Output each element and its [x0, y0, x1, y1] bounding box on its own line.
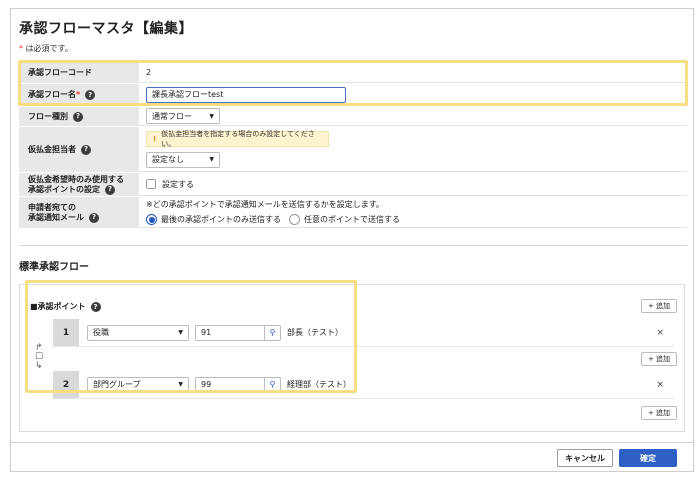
flow-type-select[interactable]: 通常フロー ▼ — [146, 108, 220, 124]
advance-manager-warning: ! 仮払金担当者を指定する場合のみ設定してください。 — [146, 129, 329, 148]
row-flow-name: 承認フロー名 * ? — [19, 84, 687, 107]
row-notification: 申請者宛ての 承認通知メール ? ※どの承認ポイントで承認通知メールを送信するか… — [19, 197, 687, 229]
approval-point-heading: ■承認ポイント ? — [30, 301, 101, 312]
step-number: 1 — [53, 319, 79, 346]
notification-cell: ※どの承認ポイントで承認通知メールを送信するかを設定します。 最後の承認ポイント… — [139, 197, 687, 228]
warning-text: 仮払金担当者を指定する場合のみ設定してください。 — [161, 129, 315, 148]
flow-code-value: 2 — [139, 62, 687, 83]
cancel-button[interactable]: キャンセル — [557, 449, 613, 467]
advance-point-label-line2: 承認ポイントの設定 — [28, 184, 100, 194]
section-divider — [19, 245, 687, 246]
radio-last-point-label: 最後の承認ポイントのみ送信する — [161, 215, 281, 224]
close-icon[interactable]: × — [656, 380, 664, 390]
add-step-button[interactable]: + 追加 — [641, 352, 677, 366]
confirm-button[interactable]: 確定 — [619, 449, 677, 467]
step-code-input[interactable]: 91 — [195, 324, 265, 341]
help-icon[interactable]: ? — [90, 301, 101, 312]
flow-name-cell — [139, 84, 687, 106]
step-number: 2 — [53, 371, 79, 398]
step-approver-name: 経理部（テスト） — [287, 380, 351, 389]
flow-type-label: フロー種別 — [28, 111, 68, 121]
reorder-connector-icon[interactable]: ↱ ☐ ↳ — [35, 344, 47, 371]
standard-flow-panel: ■承認ポイント ? + 追加 1 役職 ▼ 91 ⚲ 部長（テスト） × ↱ ☐ ↳… — [19, 284, 685, 432]
step-type-selected: 部門グループ — [93, 380, 141, 389]
required-note: * は必須です。 — [19, 43, 73, 54]
help-icon[interactable]: ? — [85, 90, 96, 100]
row-advance-point: 仮払金希望時のみ使用する 承認ポイントの設定 ? 設定する — [19, 173, 687, 197]
step-type-selected: 役職 — [93, 328, 109, 337]
row-flow-type: フロー種別 ? 通常フロー ▼ — [19, 107, 687, 127]
flow-name-label: 承認フロー名 — [28, 90, 76, 99]
approval-point-label: ■承認ポイント — [30, 302, 86, 311]
advance-manager-cell: ! 仮払金担当者を指定する場合のみ設定してください。 設定なし ▼ — [139, 127, 687, 172]
flow-name-input[interactable] — [146, 86, 346, 103]
required-star-icon: * — [76, 90, 81, 99]
row-advance-manager: 仮払金担当者 ? ! 仮払金担当者を指定する場合のみ設定してください。 設定なし… — [19, 127, 687, 173]
page-title: 承認フローマスタ【編集】 — [19, 21, 193, 37]
advance-manager-label: 仮払金担当者 — [28, 144, 76, 154]
chevron-down-icon: ▼ — [209, 112, 214, 120]
help-icon[interactable]: ? — [73, 111, 83, 122]
close-icon[interactable]: × — [656, 328, 664, 338]
flow-form: 承認フローコード 2 承認フロー名 * ? フロー種別 ? 通常フロー ▼ — [19, 62, 687, 229]
search-icon[interactable]: ⚲ — [265, 324, 281, 341]
advance-manager-label-cell: 仮払金担当者 ? — [19, 127, 139, 172]
help-icon[interactable]: ? — [81, 144, 91, 155]
flow-type-cell: 通常フロー ▼ — [139, 107, 687, 126]
notification-label-line2: 承認通知メール — [28, 212, 84, 222]
required-note-text: は必須です。 — [25, 44, 73, 53]
edit-page: 承認フローマスタ【編集】 * は必須です。 承認フローコード 2 承認フロー名 … — [10, 8, 694, 472]
advance-point-label-line2-wrap: 承認ポイントの設定 ? — [28, 184, 115, 195]
step-row: 2 部門グループ ▼ 99 ⚲ 経理部（テスト） × — [53, 371, 674, 399]
step-approver-name: 部長（テスト） — [287, 328, 343, 337]
notification-label-line1: 申請者宛ての — [28, 202, 76, 212]
step-type-select[interactable]: 部門グループ ▼ — [87, 376, 189, 393]
add-step-button[interactable]: + 追加 — [641, 299, 677, 313]
chevron-down-icon: ▼ — [178, 381, 183, 388]
step-type-select[interactable]: 役職 ▼ — [87, 324, 189, 341]
footer-bar: キャンセル 確定 — [11, 442, 693, 471]
radio-any-point[interactable] — [289, 214, 300, 225]
advance-manager-select[interactable]: 設定なし ▼ — [146, 151, 220, 168]
search-icon[interactable]: ⚲ — [265, 376, 281, 393]
help-icon[interactable]: ? — [89, 212, 99, 223]
step-code-input[interactable]: 99 — [195, 376, 265, 393]
notification-label-cell: 申請者宛ての 承認通知メール ? — [19, 197, 139, 228]
required-star: * — [19, 44, 23, 53]
advance-point-checkbox-label: 設定する — [162, 179, 194, 189]
standard-flow-title: 標準承認フロー — [19, 262, 89, 273]
advance-manager-selected: 設定なし — [152, 155, 184, 164]
advance-point-checkbox[interactable] — [146, 179, 156, 189]
row-flow-code: 承認フローコード 2 — [19, 62, 687, 84]
chevron-down-icon: ▼ — [209, 156, 214, 163]
add-step-button[interactable]: + 追加 — [641, 406, 677, 420]
radio-any-point-label: 任意のポイントで送信する — [304, 215, 400, 224]
flow-code-label: 承認フローコード — [19, 62, 139, 83]
flow-type-label-cell: フロー種別 ? — [19, 107, 139, 126]
advance-point-cell: 設定する — [139, 173, 687, 196]
notification-options: 最後の承認ポイントのみ送信する 任意のポイントで送信する — [146, 214, 400, 225]
notification-label-line2-wrap: 承認通知メール ? — [28, 212, 99, 223]
flow-name-label-cell: 承認フロー名 * ? — [19, 84, 139, 106]
help-icon[interactable]: ? — [105, 184, 115, 195]
advance-point-label-line1: 仮払金希望時のみ使用する — [28, 174, 124, 184]
chevron-down-icon: ▼ — [178, 329, 183, 336]
notification-description: ※どの承認ポイントで承認通知メールを送信するかを設定します。 — [146, 200, 384, 209]
step-row: 1 役職 ▼ 91 ⚲ 部長（テスト） × — [53, 319, 674, 347]
flow-type-selected: 通常フロー — [152, 111, 192, 121]
radio-last-point[interactable] — [146, 214, 157, 225]
warning-icon: ! — [153, 134, 157, 143]
advance-point-label-cell: 仮払金希望時のみ使用する 承認ポイントの設定 ? — [19, 173, 139, 196]
